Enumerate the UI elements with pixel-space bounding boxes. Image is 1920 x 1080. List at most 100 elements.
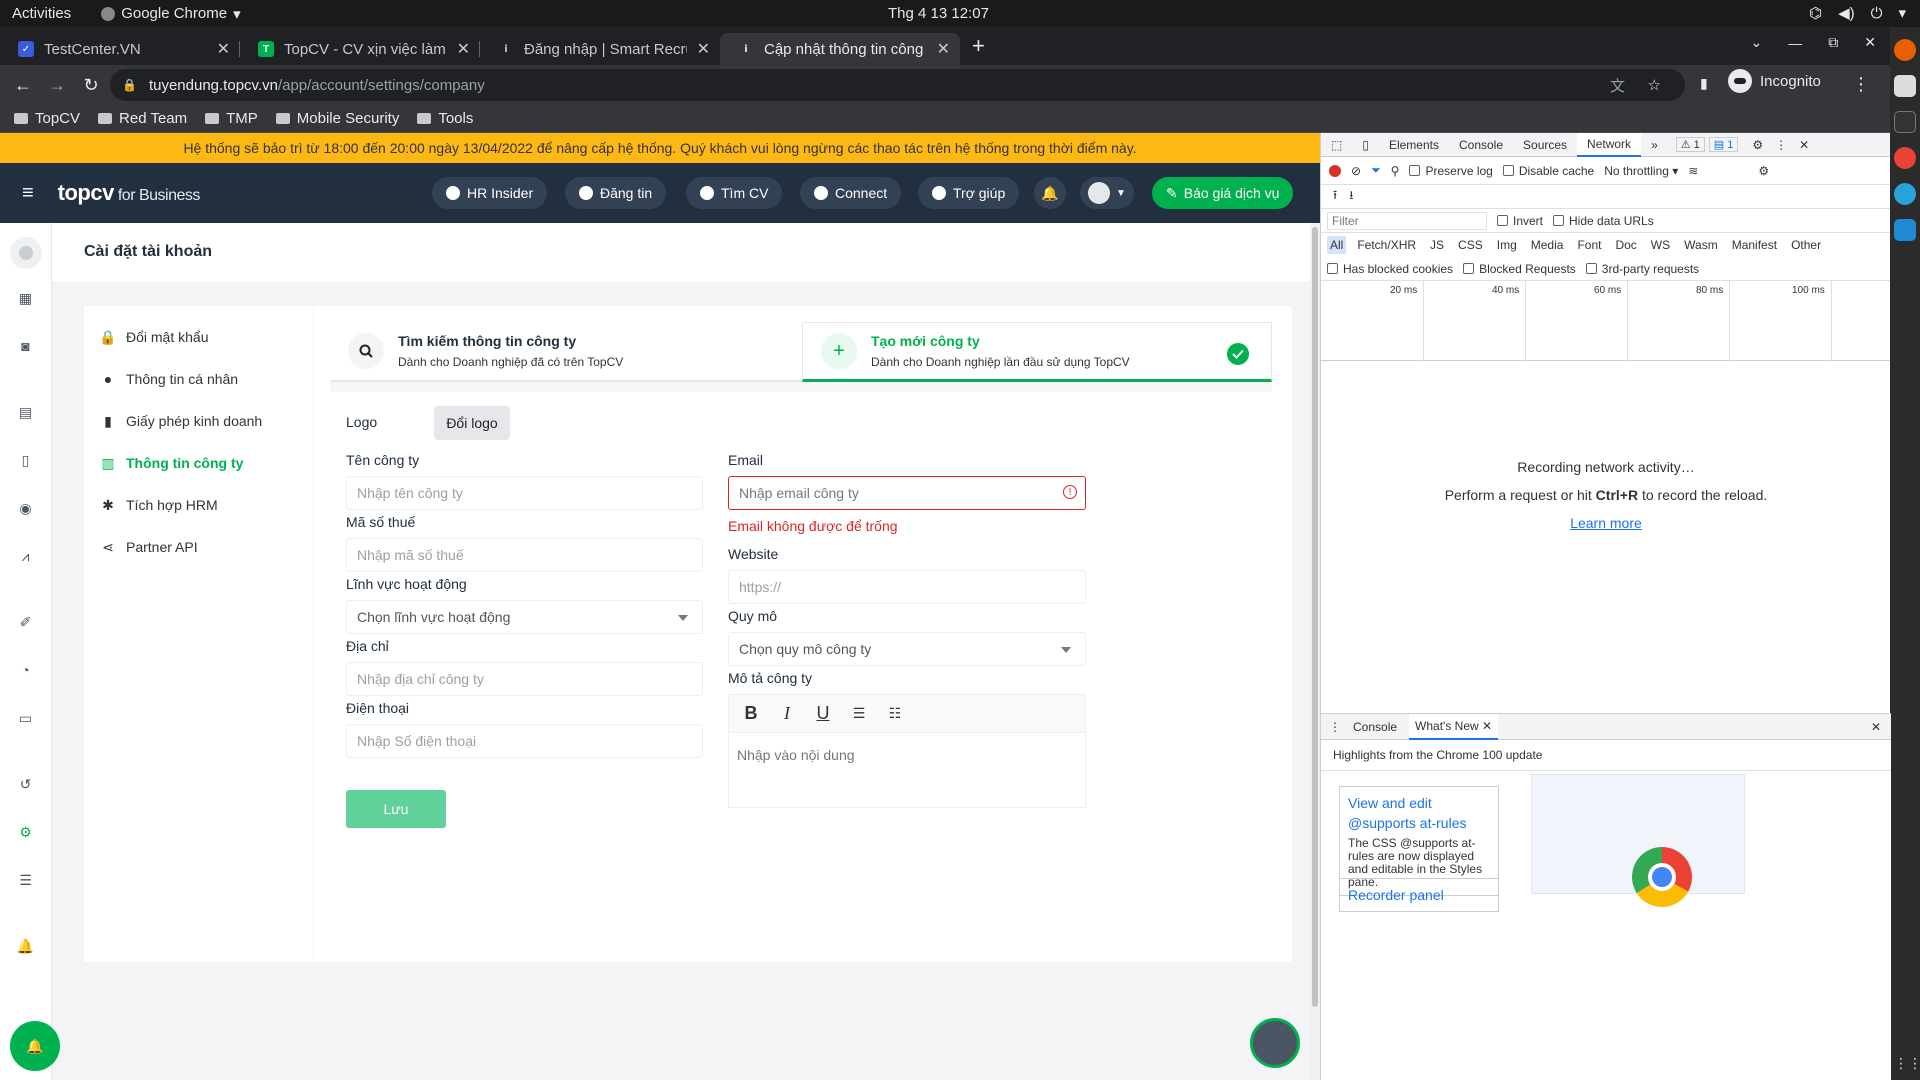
bookmark-folder[interactable]: Red Team [98, 110, 187, 127]
bell-alert-icon[interactable]: 🔔 [17, 937, 35, 955]
company-name-input[interactable]: Nhập tên công ty [346, 476, 703, 510]
nav-post-job-button[interactable]: Đăng tin [565, 177, 667, 209]
filter-media[interactable]: Media [1528, 236, 1567, 254]
drawer-tab-console[interactable]: Console [1353, 720, 1397, 734]
app-grid-icon[interactable]: ⋮⋮ [1894, 1055, 1920, 1077]
menu-item-personal-info[interactable]: ● Thông tin cá nhân [84, 358, 313, 400]
close-icon[interactable]: ✕ [457, 39, 470, 59]
italic-icon[interactable]: I [777, 703, 797, 724]
filter-js[interactable]: JS [1427, 236, 1447, 254]
more-tabs-icon[interactable]: » [1641, 133, 1668, 157]
document-icon[interactable]: ▯ [17, 451, 35, 469]
vscode-icon[interactable] [1894, 219, 1916, 241]
translate-icon[interactable]: 文 [1610, 75, 1625, 96]
filter-all[interactable]: All [1327, 236, 1347, 254]
notification-bell-icon[interactable]: 🔔 [1034, 177, 1066, 209]
bookmark-folder[interactable]: TMP [205, 110, 258, 127]
gear-icon[interactable]: ⚙ [1758, 164, 1769, 178]
chrome-icon[interactable] [1894, 147, 1916, 169]
filter-manifest[interactable]: Manifest [1729, 236, 1780, 254]
search-icon[interactable]: ⚲ [1391, 164, 1400, 178]
inspect-icon[interactable]: ⬚ [1321, 133, 1352, 157]
email-input[interactable]: Nhập email công ty! [728, 476, 1086, 510]
bold-icon[interactable]: B [741, 703, 761, 724]
network-timeline[interactable]: 20 ms 40 ms 60 ms 80 ms 100 ms [1321, 281, 1890, 361]
close-icon[interactable]: ✕ [697, 39, 710, 59]
tab-elements[interactable]: Elements [1379, 133, 1449, 157]
underline-icon[interactable]: U [813, 703, 833, 724]
whats-new-card[interactable]: Recorder panel [1339, 878, 1499, 912]
hamburger-menu-icon[interactable]: ≡ [22, 182, 34, 205]
gear-icon[interactable]: ⚙ [17, 823, 35, 841]
nav-hr-insider-button[interactable]: HR Insider [432, 177, 548, 209]
learn-more-link[interactable]: Learn more [1321, 509, 1891, 537]
browser-tab-active[interactable]: ⅰ Cập nhật thông tin công ✕ [720, 33, 960, 65]
support-chat-avatar[interactable] [1250, 1018, 1300, 1068]
close-window-icon[interactable]: ✕ [1864, 34, 1876, 51]
save-button[interactable]: Lưu [346, 790, 446, 828]
upload-icon[interactable]: ⭱ [1333, 186, 1337, 207]
terminal-icon[interactable] [1894, 111, 1916, 133]
filter-ws[interactable]: WS [1648, 236, 1673, 254]
nav-find-cv-button[interactable]: Tìm CV [686, 177, 783, 209]
website-input[interactable]: https:// [728, 570, 1086, 604]
invert-checkbox[interactable]: Invert [1497, 214, 1543, 228]
briefcase-icon[interactable]: ▤ [17, 403, 35, 421]
filter-img[interactable]: Img [1494, 236, 1520, 254]
filter-css[interactable]: CSS [1455, 236, 1486, 254]
nav-help-button[interactable]: Trợ giúp [918, 177, 1020, 209]
drawer-menu-icon[interactable]: ⋮ [1329, 720, 1341, 734]
tax-code-input[interactable]: Nhập mã số thuế [346, 538, 703, 572]
close-drawer-icon[interactable]: ✕ [1871, 720, 1881, 734]
bookmark-folder[interactable]: Mobile Security [275, 110, 399, 127]
close-icon[interactable]: ✕ [217, 39, 230, 59]
telegram-icon[interactable] [1894, 183, 1916, 205]
tab-console[interactable]: Console [1449, 133, 1513, 157]
filter-fetch-xhr[interactable]: Fetch/XHR [1354, 236, 1419, 254]
menu-item-change-password[interactable]: 🔒 Đổi mật khẩu [84, 316, 313, 358]
filter-other[interactable]: Other [1788, 236, 1824, 254]
side-panel-icon[interactable]: ▮ [1700, 75, 1708, 92]
robot-icon[interactable]: ◙ [17, 337, 35, 355]
back-arrow-icon[interactable]: ← [12, 75, 34, 96]
filter-font[interactable]: Font [1574, 236, 1604, 254]
close-icon[interactable]: ✕ [937, 39, 950, 59]
create-company-option[interactable]: + Tạo mới công ty Dành cho Doanh nghiệp … [802, 322, 1272, 382]
menu-item-business-license[interactable]: ▮ Giấy phép kinh doanh [84, 400, 313, 442]
kebab-menu-icon[interactable]: ⋮ [1852, 74, 1870, 95]
device-toggle-icon[interactable]: ▯ [1352, 133, 1379, 157]
browser-tab[interactable]: ✓ TestCenter.VN ✕ [0, 33, 240, 65]
incognito-indicator[interactable]: Incognito [1728, 69, 1821, 93]
scrollbar-thumb[interactable] [1312, 227, 1318, 1007]
throttling-select[interactable]: No throttling ▾ [1604, 164, 1678, 178]
new-tab-button[interactable]: + [972, 33, 985, 59]
wifi-icon[interactable]: ≋ [1688, 164, 1698, 178]
bookmark-folder[interactable]: Tools [417, 110, 473, 127]
message-badge[interactable]: ▤ 1 [1708, 137, 1739, 152]
firefox-icon[interactable] [1894, 39, 1916, 61]
files-icon[interactable] [1894, 75, 1916, 97]
filter-icon[interactable]: ⏷ [1371, 163, 1381, 178]
menu-item-partner-api[interactable]: ⋖ Partner API [84, 526, 313, 568]
bullet-list-icon[interactable]: ☰ [849, 704, 869, 724]
star-icon[interactable]: ☆ [1648, 76, 1661, 94]
app-menu[interactable]: Google Chrome ▾ [101, 5, 241, 23]
user-circle-icon[interactable]: ◉ [17, 499, 35, 517]
dashboard-icon[interactable]: ▦ [17, 289, 35, 307]
menu-item-hrm-integration[interactable]: ✱ Tích hợp HRM [84, 484, 313, 526]
disable-cache-checkbox[interactable]: Disable cache [1502, 164, 1594, 178]
forward-arrow-icon[interactable]: → [46, 75, 68, 96]
magic-icon[interactable]: ✐ [17, 613, 35, 631]
tab-network[interactable]: Network [1577, 132, 1642, 157]
filter-wasm[interactable]: Wasm [1681, 236, 1721, 254]
quote-service-button[interactable]: ✎ Báo giá dịch vụ [1152, 177, 1294, 209]
bookmark-folder[interactable]: TopCV [14, 110, 80, 127]
search-company-option[interactable]: Tìm kiếm thông tin công ty Dành cho Doan… [330, 322, 802, 382]
preserve-log-checkbox[interactable]: Preserve log [1409, 164, 1493, 178]
chart-icon[interactable]: ⩘ [17, 547, 35, 565]
numbered-list-icon[interactable]: ☷ [885, 704, 905, 724]
hide-data-urls-checkbox[interactable]: Hide data URLs [1553, 214, 1654, 228]
clear-icon[interactable]: ⊘ [1351, 164, 1361, 178]
activities-button[interactable]: Activities [12, 5, 71, 22]
topcv-logo[interactable]: topcv for Business [58, 180, 201, 206]
